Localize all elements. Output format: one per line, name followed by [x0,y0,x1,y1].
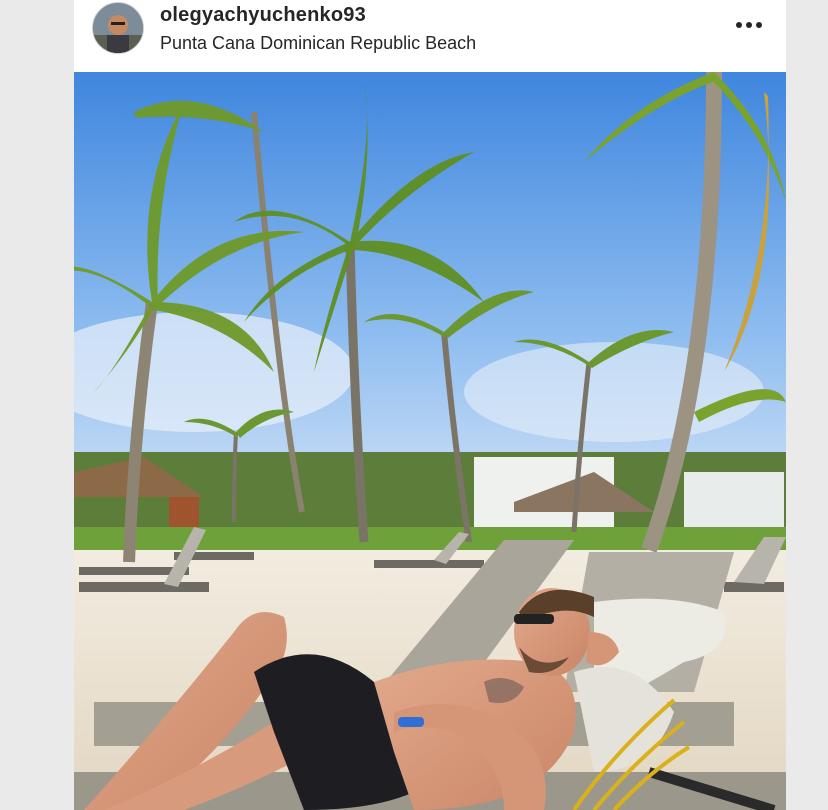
post-header: olegyachyuchenko93 Punta Cana Dominican … [74,0,786,72]
post-username[interactable]: olegyachyuchenko93 [160,4,366,27]
avatar-photo [93,3,143,53]
beach-scene-image [74,72,786,810]
instagram-post: olegyachyuchenko93 Punta Cana Dominican … [74,0,786,810]
post-location[interactable]: Punta Cana Dominican Republic Beach [160,33,476,54]
post-photo[interactable] [74,72,786,810]
more-horizontal-icon[interactable] [732,12,766,38]
profile-avatar[interactable] [92,2,144,54]
